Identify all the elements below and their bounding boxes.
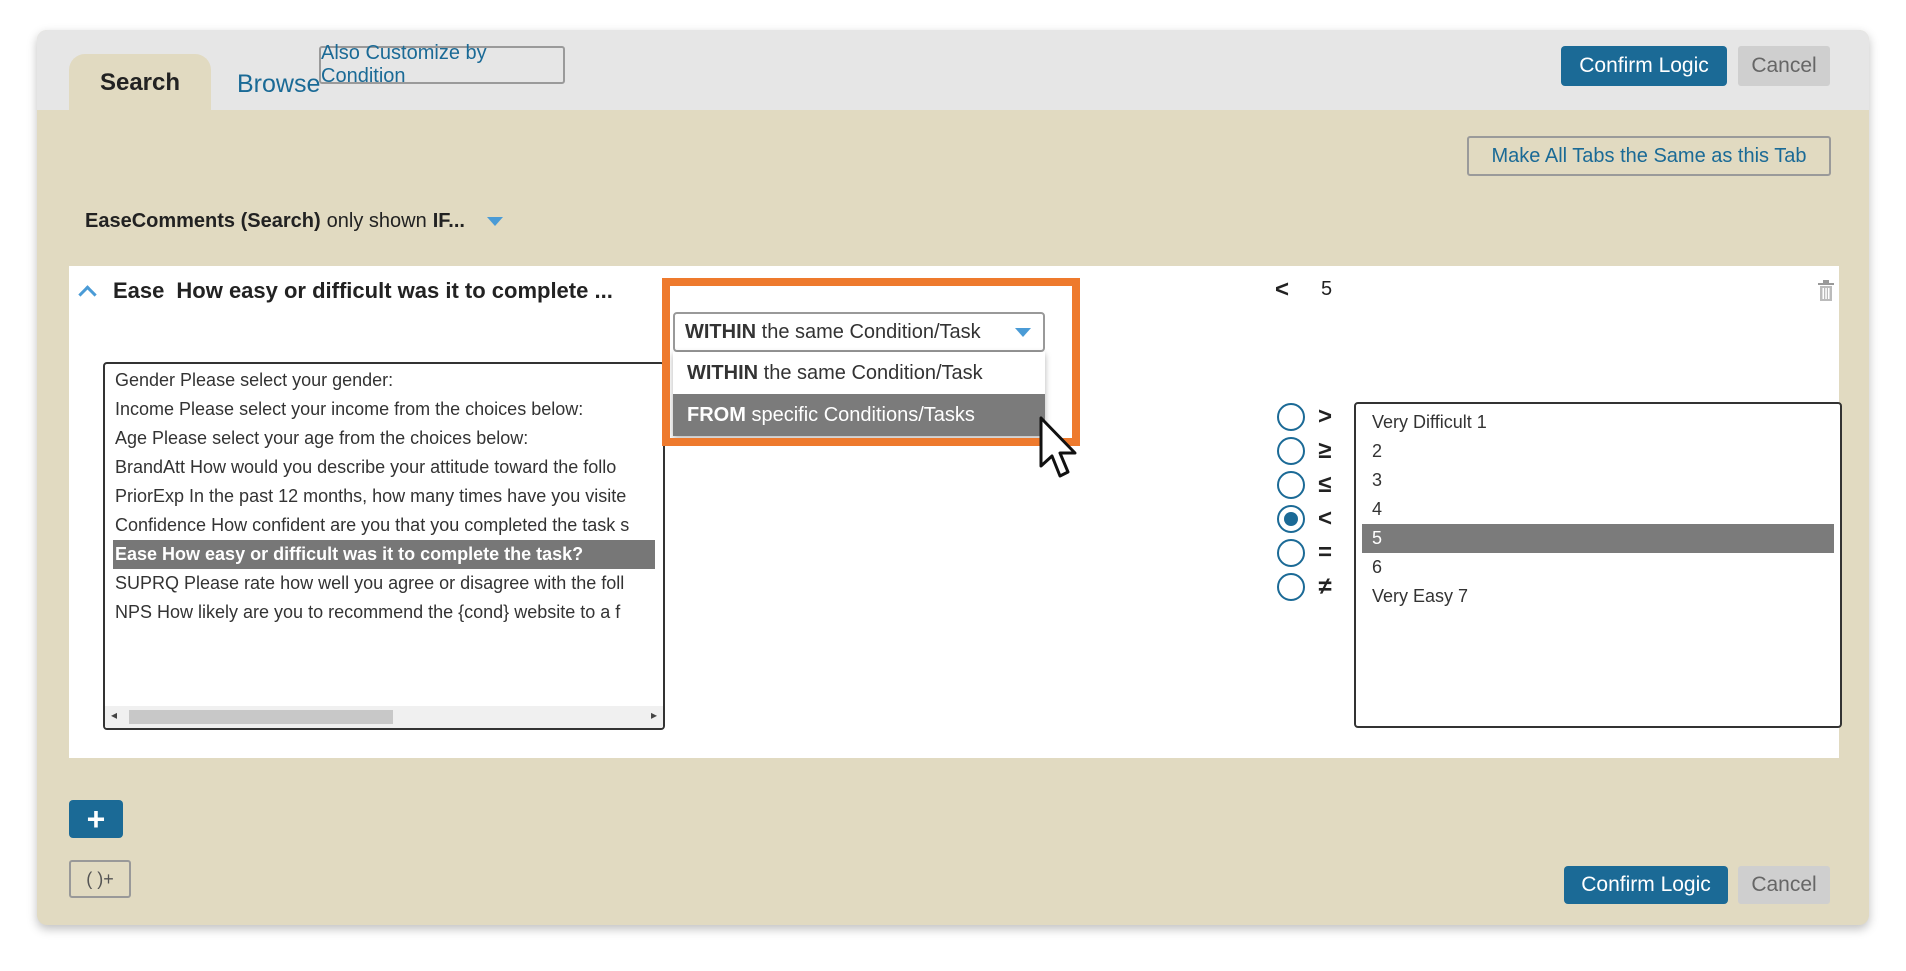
scroll-left-icon[interactable]: ◂ <box>111 708 117 722</box>
operator-radio[interactable] <box>1277 505 1305 533</box>
confirm-logic-button-top[interactable]: Confirm Logic <box>1561 46 1727 86</box>
operator-symbol: < <box>1317 505 1332 532</box>
tab-browse[interactable]: Browse <box>237 70 320 99</box>
operator-radio[interactable] <box>1277 437 1305 465</box>
operator-symbol: ≤ <box>1318 471 1332 498</box>
condition-question-text: How easy or difficult was it to complete… <box>176 278 613 303</box>
question-list-item[interactable]: Confidence How confident are you that yo… <box>105 511 663 540</box>
mouse-cursor-icon <box>1039 416 1077 478</box>
logic-editor-panel: Search Browse Also Customize by Conditio… <box>37 30 1869 925</box>
operator-option[interactable]: < <box>1277 502 1335 536</box>
operator-option[interactable]: ≥ <box>1277 434 1335 468</box>
operator-option[interactable]: ≠ <box>1277 570 1335 604</box>
question-list-item[interactable]: BrandAtt How would you describe your att… <box>105 453 663 482</box>
scrollbar-thumb[interactable] <box>129 710 393 724</box>
shown-if-header: EaseComments (Search) only shown IF... <box>85 210 503 233</box>
question-list-item[interactable]: PriorExp In the past 12 months, how many… <box>105 482 663 511</box>
shown-if-text: only shown <box>326 210 427 232</box>
condition-header[interactable]: Ease How easy or difficult was it to com… <box>79 278 613 304</box>
add-group-button[interactable]: ( )+ <box>69 860 131 898</box>
operator-symbol: ≠ <box>1318 573 1332 600</box>
answer-value-item[interactable]: 4 <box>1362 495 1834 524</box>
question-list-item[interactable]: NPS How likely are you to recommend the … <box>105 598 663 627</box>
operator-radio[interactable] <box>1277 471 1305 499</box>
question-list-item[interactable]: Income Please select your income from th… <box>105 395 663 424</box>
make-all-tabs-same-button[interactable]: Make All Tabs the Same as this Tab <box>1467 136 1831 176</box>
operator-option[interactable]: > <box>1277 400 1335 434</box>
shown-if-dropdown-icon[interactable] <box>486 217 503 226</box>
operator-radio[interactable] <box>1277 403 1305 431</box>
condition-question-code: Ease <box>113 278 165 303</box>
highlight-frame <box>662 278 1080 446</box>
question-list-item[interactable]: Gender Please select your gender: <box>105 366 663 395</box>
operator-radio[interactable] <box>1277 539 1305 567</box>
cancel-button-bottom[interactable]: Cancel <box>1738 866 1830 904</box>
answer-value-item[interactable]: 3 <box>1362 466 1834 495</box>
answer-value-item[interactable]: 5 <box>1362 524 1834 553</box>
operator-option[interactable]: = <box>1277 536 1335 570</box>
answer-value-item[interactable]: Very Difficult 1 <box>1362 408 1834 437</box>
operator-radio-group: > ≥ ≤ < = ≠ <box>1277 400 1335 604</box>
operator-radio[interactable] <box>1277 573 1305 601</box>
add-condition-button[interactable]: + <box>69 800 123 838</box>
shown-if-item: EaseComments (Search) <box>85 210 321 232</box>
condition-card: Ease How easy or difficult was it to com… <box>69 266 1842 758</box>
answer-values-list[interactable]: Very Difficult 1 2 3 4 5 6 Very Easy 7 <box>1354 402 1842 728</box>
scroll-right-icon[interactable]: ▸ <box>651 708 657 722</box>
horizontal-scrollbar[interactable]: ◂ ▸ <box>105 706 663 728</box>
confirm-logic-button-bottom[interactable]: Confirm Logic <box>1564 866 1728 904</box>
tab-bar: Search Browse Also Customize by Conditio… <box>37 30 1869 112</box>
question-list-item[interactable]: Age Please select your age from the choi… <box>105 424 663 453</box>
customize-by-condition-button[interactable]: Also Customize by Condition <box>319 42 565 87</box>
tab-search[interactable]: Search <box>69 54 211 112</box>
condition-operator: < <box>1275 276 1290 303</box>
operator-option[interactable]: ≤ <box>1277 468 1335 502</box>
answer-value-item[interactable]: 6 <box>1362 553 1834 582</box>
chevron-up-icon[interactable] <box>79 284 93 298</box>
answer-value-item[interactable]: Very Easy 7 <box>1362 582 1834 611</box>
operator-symbol: > <box>1317 403 1332 430</box>
answer-value-item[interactable]: 2 <box>1362 437 1834 466</box>
operator-symbol: ≥ <box>1318 437 1332 464</box>
trash-icon[interactable] <box>1817 280 1835 302</box>
operator-symbol: = <box>1317 539 1332 566</box>
question-list-item[interactable]: SUPRQ Please rate how well you agree or … <box>105 569 663 598</box>
condition-value: 5 <box>1321 278 1333 300</box>
question-list[interactable]: Gender Please select your gender: Income … <box>103 362 665 730</box>
shown-if-keyword: IF... <box>432 210 465 232</box>
cancel-button-top[interactable]: Cancel <box>1738 46 1830 86</box>
question-list-item[interactable]: Ease How easy or difficult was it to com… <box>113 540 655 569</box>
